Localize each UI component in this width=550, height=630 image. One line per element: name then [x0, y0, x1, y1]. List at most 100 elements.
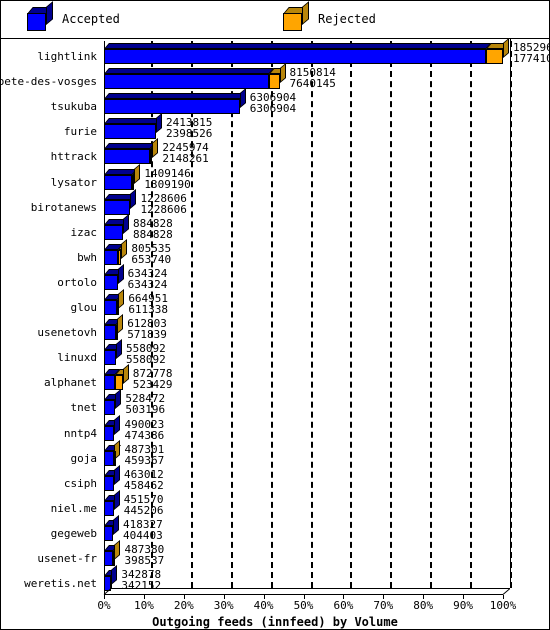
value-label-bete-des-vosges: 8150814 7640145: [290, 67, 336, 89]
x-tick-back-50: [310, 584, 312, 588]
y-axis-label-bwh: bwh: [77, 250, 97, 264]
bar-bwh: [104, 238, 128, 265]
bar-tsukuba: [104, 88, 246, 115]
x-tick-label-20: 20%: [173, 599, 194, 612]
bar-segment-accepted: [104, 414, 121, 441]
value-accepted: 458462: [123, 478, 164, 492]
bar-httrack: [104, 138, 159, 165]
value-label-gegeweb: 418327 404403: [123, 519, 163, 541]
bar-segment-accepted: [104, 188, 137, 215]
bar-csiph: [104, 464, 120, 491]
bar-usenetovh: [104, 314, 124, 341]
value-accepted: 474386: [124, 428, 165, 442]
x-tick-label-60: 60%: [333, 599, 354, 612]
bar-niel.me: [104, 489, 120, 516]
y-axis-label-csiph: csiph: [63, 476, 97, 490]
bar-segment-accepted: [104, 514, 119, 541]
x-tick-label-80: 80%: [413, 599, 434, 612]
bar-segment-accepted: [104, 68, 274, 90]
value-accepted: 1309190: [144, 177, 191, 191]
bar-furie: [104, 113, 162, 140]
x-tick-label-90: 90%: [453, 599, 474, 612]
x-axis-diagonal-right: [502, 588, 511, 595]
y-axis-label-niel.me: niel.me: [50, 501, 97, 515]
bar-segment-accepted: [104, 464, 120, 491]
value-accepted: 634324: [127, 277, 168, 291]
value-total: 487301: [124, 442, 165, 456]
value-accepted: 611338: [128, 303, 169, 316]
plot-area: lightlink bete-des-vosges tsukuba furie httr…: [0, 37, 550, 629]
y-axis-label-httrack: httrack: [50, 150, 97, 164]
bar-segment-rejected: [486, 37, 509, 64]
bar-segment-rejected: [115, 364, 129, 391]
bar-tnet: [104, 389, 121, 416]
bar-segment-accepted: [104, 339, 123, 366]
value-label-lightlink: 1852962917741024: [513, 42, 550, 64]
y-axis-label-lightlink: lightlink: [37, 50, 97, 63]
bar-segment-accepted: [104, 243, 124, 265]
y-axis-label-furie: furie: [63, 125, 97, 139]
y-axis-label-glou: glou: [70, 301, 98, 314]
value-accepted: 653740: [131, 252, 172, 266]
bar-nntp4: [104, 414, 121, 441]
bar-segment-accepted: [104, 389, 121, 416]
y-axis-label-izac: izac: [70, 225, 98, 239]
bar-segment-accepted: [104, 369, 121, 391]
y-axis-label-ortolo: ortolo: [57, 275, 97, 289]
value-total: 1228606: [140, 191, 187, 205]
y-axis-label-linuxd: linuxd: [57, 351, 97, 365]
value-label-tsukuba: 6306904 6306904: [250, 92, 296, 114]
bar-segment-rejected: [116, 314, 124, 341]
bar-glou: [104, 288, 125, 315]
x-tick-label-30: 30%: [213, 599, 234, 612]
y-axis-label-tsukuba: tsukuba: [50, 100, 97, 114]
gridline-50: [310, 41, 313, 588]
bar-segment-accepted: [104, 43, 492, 64]
bar-segment-accepted: [104, 143, 156, 165]
value-accepted: 445206: [123, 503, 164, 517]
x-tick-back-20: [190, 584, 192, 588]
bar-segment-accepted: [104, 88, 246, 115]
x-tick-back-90: [470, 584, 472, 588]
y-axis-label-usenet-fr: usenet-fr: [37, 552, 97, 565]
bar-segment-accepted: [104, 489, 120, 516]
value-label-usenetovh: 612803 571839: [127, 318, 167, 340]
x-tick-label-50: 50%: [293, 599, 314, 612]
y-axis-label-tnet: tnet: [70, 401, 98, 415]
value-accepted: 17741024: [513, 52, 550, 65]
x-tick-label-100: 100%: [489, 599, 517, 612]
value-accepted: 558092: [126, 353, 166, 367]
value-label-lysator: 1409146 1309190: [144, 168, 190, 190]
value-accepted: 2148261: [162, 152, 209, 166]
value-accepted: 6306904: [249, 102, 297, 116]
value-label-tnet: 528472 503196: [125, 393, 165, 415]
bar-segment-rejected: [268, 63, 286, 90]
bar-segment-rejected: [150, 138, 159, 165]
x-tick-back-0: [111, 584, 112, 588]
bar-segment-rejected: [117, 288, 125, 315]
value-accepted: 398537: [124, 554, 165, 567]
bar-izac: [104, 213, 130, 240]
value-label-goja: 487301 459367: [124, 444, 164, 466]
y-axis-label-goja: goja: [70, 451, 98, 465]
x-tick-back-70: [390, 584, 392, 588]
bar-goja: [104, 439, 121, 466]
y-axis-label-nntp4: nntp4: [63, 426, 97, 440]
x-tick-label-0: 0%: [97, 599, 111, 612]
bar-segment-accepted: [104, 113, 162, 140]
x-tick-label-70: 70%: [373, 599, 394, 612]
legend-label: Rejected: [318, 12, 376, 26]
value-label-httrack: 2245974 2148261: [162, 142, 208, 164]
y-axis-label-usenetovh: usenetovh: [37, 326, 97, 340]
value-label-linuxd: 558092 558092: [126, 343, 166, 365]
value-label-niel.me: 451570 445206: [124, 494, 164, 516]
value-accepted: 1228606: [140, 202, 187, 216]
gridline-80: [430, 41, 433, 588]
x-tick-label-40: 40%: [253, 599, 274, 612]
y-axis-label-alphanet: alphanet: [44, 376, 97, 390]
x-axis-title: Outgoing feeds (innfeed) by Volume: [152, 615, 398, 629]
legend-item-accepted: Accepted: [27, 1, 120, 31]
x-tick-back-30: [230, 584, 232, 588]
chart-page: Accepted Rejected lightlink bete-des-vosge…: [0, 0, 550, 630]
legend-item-rejected: Rejected: [283, 1, 376, 31]
